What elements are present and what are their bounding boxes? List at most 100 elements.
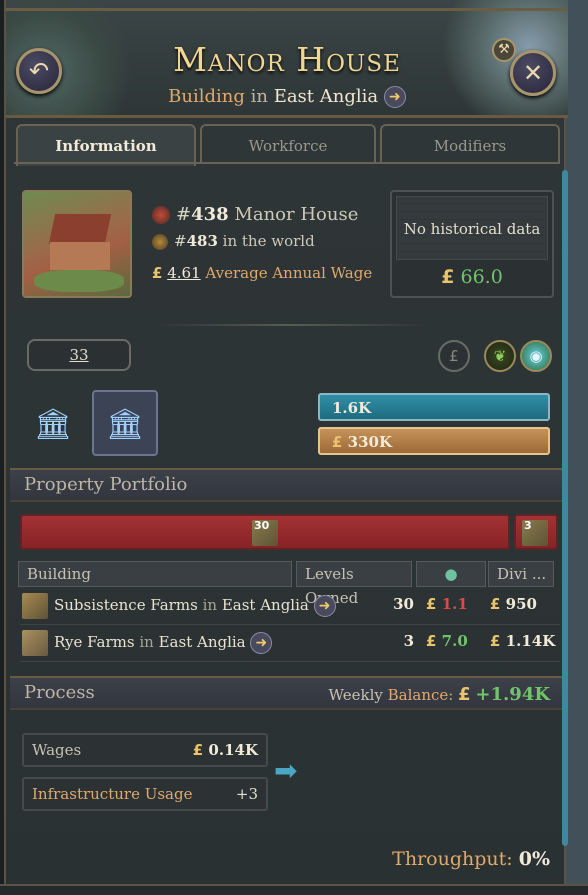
building-type: Building bbox=[168, 86, 245, 107]
row-building: Rye Farms in East Anglia ➜ bbox=[54, 632, 273, 654]
subsidize-icon[interactable]: £ bbox=[438, 340, 470, 372]
dividend-coin-icon: £ bbox=[490, 632, 501, 650]
country-rank[interactable]: #438 Manor House bbox=[152, 204, 358, 225]
wage-label: Average Annual Wage bbox=[205, 264, 373, 282]
building-wall bbox=[50, 242, 110, 270]
cash-reserves-bar[interactable]: £ 330K bbox=[318, 427, 550, 455]
production-method-2-icon[interactable]: 🏛 bbox=[92, 390, 158, 456]
production-method-1-icon[interactable]: 🏛 bbox=[20, 392, 86, 458]
hammer-icon[interactable]: ⚒ bbox=[492, 38, 516, 62]
wage-value: 4.61 bbox=[167, 264, 201, 282]
process-title: Process bbox=[24, 682, 95, 703]
close-button[interactable]: ✕ bbox=[510, 50, 556, 96]
cash-value: 330K bbox=[347, 433, 393, 451]
row-building-name: Subsistence Farms bbox=[54, 596, 198, 614]
row-profit-value: 1.1 bbox=[441, 595, 468, 613]
subtitle-in: in bbox=[250, 86, 268, 107]
dividend-coin-icon: £ bbox=[490, 595, 501, 613]
wages-input[interactable]: Wages £ 0.14K bbox=[22, 733, 268, 767]
subsistence-farms-icon bbox=[22, 593, 48, 619]
wages-value: £ 0.14K bbox=[193, 735, 258, 765]
row-dividend-value: 1.14K bbox=[505, 632, 556, 650]
row-levels: 30 bbox=[393, 595, 414, 613]
divider bbox=[156, 324, 426, 326]
rank-value: 438 bbox=[191, 204, 229, 225]
infrastructure-value: +3 bbox=[235, 785, 258, 803]
wage-coin-icon: £ bbox=[152, 264, 163, 282]
history-coin-icon: £ bbox=[441, 266, 455, 288]
row-dividend: £ 1.14K bbox=[490, 632, 560, 650]
goto-location-icon[interactable]: ➜ bbox=[383, 86, 406, 108]
owner-thumb-small-icon: 3 bbox=[522, 520, 548, 546]
world-rank-suffix: in the world bbox=[222, 232, 315, 250]
history-number: 66.0 bbox=[460, 266, 503, 288]
row-location: East Anglia bbox=[221, 596, 309, 614]
tab-information[interactable]: Information bbox=[16, 124, 196, 166]
process-arrow-icon: ➡ bbox=[274, 754, 298, 787]
panel-header: Manor House Building in East Anglia ➜ bbox=[6, 0, 568, 118]
balance-label: Balance: bbox=[387, 686, 454, 704]
header-frame bbox=[6, 8, 568, 11]
building-roof bbox=[48, 214, 112, 244]
country-rank-icon bbox=[152, 206, 170, 224]
history-box[interactable]: No historical data £ 66.0 bbox=[390, 190, 554, 298]
levels-count[interactable]: 33 bbox=[27, 339, 131, 371]
row-profit-value: 7.0 bbox=[441, 632, 468, 650]
employees-bar[interactable]: 1.6K bbox=[318, 393, 550, 421]
owner-thumb-icon: 30 bbox=[252, 520, 278, 546]
portfolio-header: Property Portfolio bbox=[10, 468, 564, 502]
tab-modifiers[interactable]: Modifiers bbox=[380, 124, 560, 164]
cash-coin-icon: £ bbox=[332, 433, 343, 451]
row-profit: £ 7.0 bbox=[426, 632, 486, 650]
world-rank-value: 483 bbox=[186, 232, 218, 250]
row-location: East Anglia bbox=[158, 633, 246, 651]
row-building-name: Rye Farms bbox=[54, 633, 135, 651]
weekly-label: Weekly bbox=[328, 686, 383, 704]
history-chart-empty: No historical data bbox=[396, 196, 548, 260]
weekly-balance[interactable]: Weekly Balance: £ +1.94K bbox=[329, 684, 550, 705]
process-header: Process Weekly Balance: £ +1.94K bbox=[10, 676, 564, 710]
history-value: £ 66.0 bbox=[392, 266, 552, 288]
wages-coin-icon: £ bbox=[192, 741, 204, 759]
row-levels: 3 bbox=[403, 632, 414, 650]
throughput[interactable]: Throughput: 0% bbox=[392, 848, 550, 870]
table-row[interactable]: Subsistence Farms in East Anglia ➜ 30 £ … bbox=[20, 589, 560, 625]
profit-coin-icon: £ bbox=[426, 632, 437, 650]
scrollbar[interactable] bbox=[562, 170, 568, 846]
infrastructure-input[interactable]: Infrastructure Usage +3 bbox=[22, 777, 268, 811]
rye-farms-icon bbox=[22, 630, 48, 656]
wages-label: Wages bbox=[32, 741, 82, 759]
goto-location-icon[interactable]: ➜ bbox=[250, 632, 273, 654]
world-rank[interactable]: #483 in the world bbox=[152, 232, 315, 250]
rank-hash: # bbox=[176, 204, 192, 225]
building-panel: Manor House Building in East Anglia ➜ ↶ … bbox=[4, 0, 568, 895]
average-wage[interactable]: £ 4.61 Average Annual Wage bbox=[152, 264, 372, 282]
infrastructure-label: Infrastructure Usage bbox=[32, 785, 193, 803]
goto-location-icon[interactable]: ➜ bbox=[313, 595, 336, 617]
world-rank-icon bbox=[152, 234, 168, 250]
location-link[interactable]: East Anglia bbox=[274, 86, 378, 107]
column-dividends[interactable]: Divi ... bbox=[488, 561, 554, 587]
row-profit: £ 1.1 bbox=[426, 595, 486, 613]
bottom-frame bbox=[0, 884, 588, 895]
back-button[interactable]: ↶ bbox=[16, 48, 62, 94]
background-map-edge bbox=[566, 0, 588, 895]
wages-number: 0.14K bbox=[208, 741, 258, 759]
column-levels-owned[interactable]: Levels Owned bbox=[296, 561, 412, 607]
ownership-bar-small[interactable]: 3 bbox=[514, 514, 558, 550]
row-dividend: £ 950 bbox=[490, 595, 560, 613]
table-row[interactable]: Rye Farms in East Anglia ➜ 3 £ 7.0 £ 1.1… bbox=[20, 626, 560, 662]
page-title: Manor House bbox=[173, 40, 401, 79]
ownership-bar[interactable]: 30 bbox=[20, 514, 510, 550]
row-dividend-value: 950 bbox=[505, 595, 537, 613]
column-building[interactable]: Building bbox=[18, 561, 292, 587]
sprout-icon[interactable]: ❦ bbox=[484, 340, 516, 372]
tab-workforce[interactable]: Workforce bbox=[200, 124, 376, 164]
row-in: in bbox=[202, 596, 218, 614]
portfolio-title: Property Portfolio bbox=[24, 474, 188, 495]
column-profit-icon[interactable]: ● bbox=[416, 561, 486, 587]
row-in: in bbox=[139, 633, 154, 651]
balance-coin-icon: £ bbox=[458, 684, 471, 705]
tab-bar: Information Workforce Modifiers bbox=[14, 124, 560, 166]
globe-icon[interactable]: ◉ bbox=[520, 340, 552, 372]
